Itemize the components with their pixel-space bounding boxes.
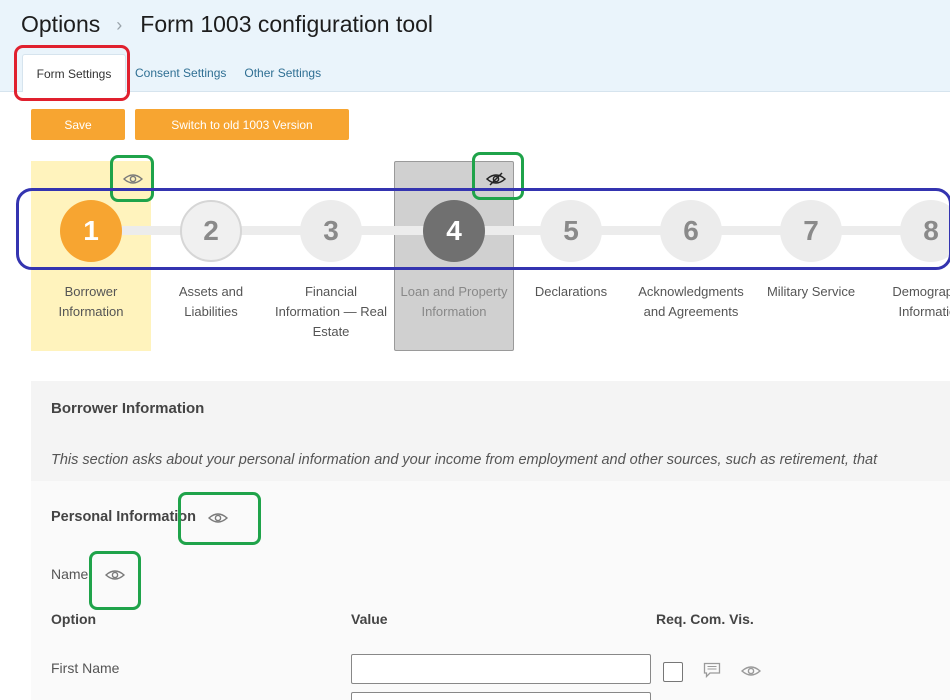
annotation-red-circle	[14, 45, 130, 101]
column-header-value: Value	[351, 611, 388, 627]
breadcrumb-separator: ›	[116, 15, 123, 35]
first-name-visibility-eye-icon[interactable]	[741, 664, 761, 678]
first-name-label: First Name	[51, 660, 120, 676]
first-name-input[interactable]	[351, 654, 651, 684]
step-5-label[interactable]: Declarations	[511, 282, 631, 302]
section-description: This section asks about your personal in…	[51, 452, 878, 468]
first-name-required-checkbox[interactable]	[663, 662, 683, 682]
next-row-input[interactable]	[351, 692, 651, 700]
name-group-label: Name	[51, 566, 89, 582]
breadcrumb-root[interactable]: Options	[21, 11, 100, 38]
page-header: Options › Form 1003 configuration tool F…	[0, 0, 950, 92]
column-header-req-com-vis: Req. Com. Vis.	[656, 611, 754, 627]
step-7-label[interactable]: Military Service	[751, 282, 871, 302]
section-title: Borrower Information	[51, 400, 205, 417]
step-1-label[interactable]: Borrower Information	[31, 282, 151, 322]
column-header-option: Option	[51, 611, 97, 627]
first-name-comment-icon[interactable]	[703, 662, 721, 679]
step-2-label[interactable]: Assets and Liabilities	[151, 282, 271, 322]
step-8-label[interactable]: Demographic Information	[871, 282, 950, 322]
save-button[interactable]: Save	[31, 109, 125, 140]
tab-other-settings[interactable]: Other Settings	[244, 54, 321, 92]
annotation-green-ring	[89, 551, 141, 610]
personal-information-title: Personal Information	[51, 509, 197, 525]
breadcrumb: Options › Form 1003 configuration tool	[21, 11, 433, 38]
tab-consent-settings[interactable]: Consent Settings	[135, 54, 226, 92]
step-4-label[interactable]: Loan and Property Information	[394, 282, 514, 322]
annotation-green-ring	[178, 492, 261, 545]
step-6-label[interactable]: Acknowledgments and Agreements	[631, 282, 751, 322]
page-title: Form 1003 configuration tool	[140, 11, 434, 37]
step-3-label[interactable]: Financial Information — Real Estate	[271, 282, 391, 342]
switch-old-version-button[interactable]: Switch to old 1003 Version	[135, 109, 349, 140]
annotation-blue-ring	[16, 188, 950, 270]
